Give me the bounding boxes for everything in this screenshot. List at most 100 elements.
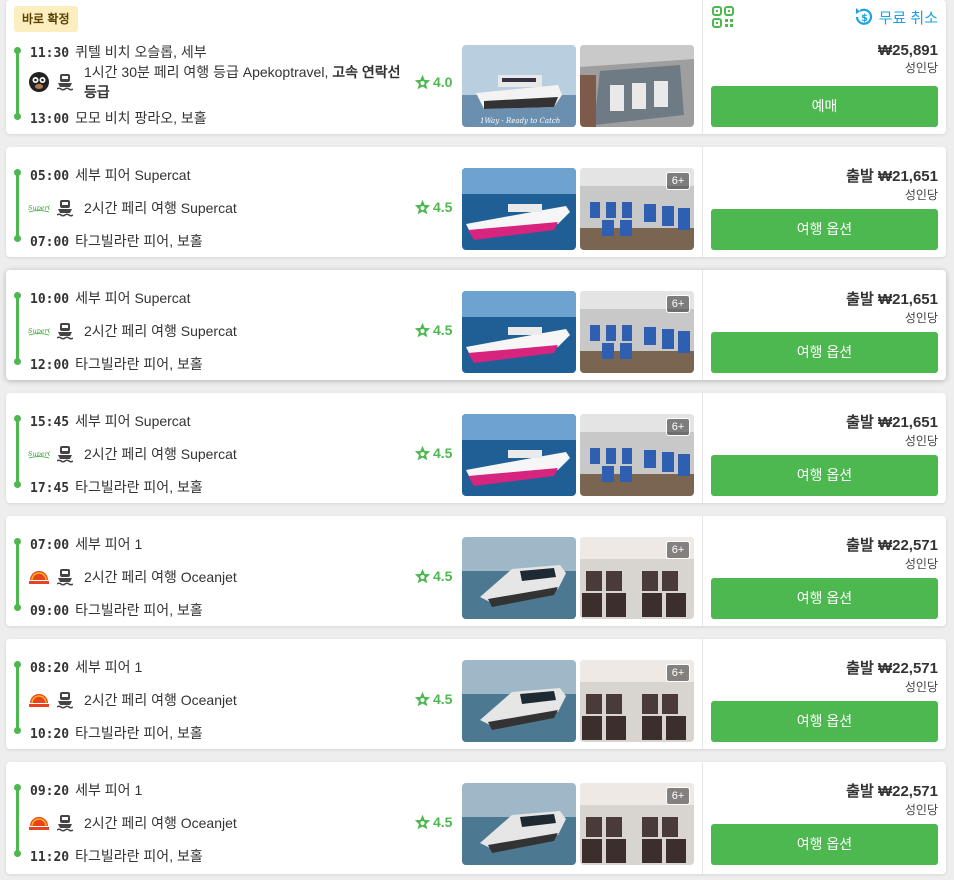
arrival-row: 12:00 타그빌라란 피어, 보홀 — [30, 354, 203, 374]
price-block: 출발 ₩21,651 성인당 — [846, 411, 938, 449]
arrival-row: 10:20 타그빌라란 피어, 보홀 — [30, 723, 203, 743]
trip-options-button[interactable]: 여행 옵션 — [711, 209, 938, 250]
price-block: 출발 ₩22,571 성인당 — [846, 534, 938, 572]
departure-time: 11:30 — [30, 46, 70, 61]
star-icon — [414, 199, 431, 215]
arrival-row: 09:00 타그빌라란 피어, 보홀 — [30, 600, 203, 620]
arrival-time: 17:45 — [30, 481, 70, 496]
card-divider — [702, 762, 703, 874]
rating-value: 4.5 — [433, 199, 453, 215]
rating-value: 4.5 — [433, 691, 453, 707]
ferry-photo[interactable] — [462, 660, 576, 742]
departure-place: 세부 피어 1 — [75, 659, 143, 675]
arrival-time: 11:20 — [30, 850, 70, 865]
price-amount: ₩25,891 — [877, 42, 938, 59]
departure-place: 세부 피어 Supercat — [75, 167, 191, 183]
price-per-adult: 성인당 — [904, 61, 938, 75]
price-amount: ₩22,571 — [877, 660, 938, 677]
arrival-row: 17:45 타그빌라란 피어, 보홀 — [30, 477, 203, 497]
ferry-icon — [56, 690, 74, 710]
arrival-place: 타그빌라란 피어, 보홀 — [75, 725, 203, 741]
price-prefix: 출발 — [846, 168, 878, 185]
price-block: 출발 ₩21,651 성인당 — [846, 288, 938, 326]
departure-time: 10:00 — [30, 292, 70, 307]
arrival-place: 타그빌라란 피어, 보홀 — [75, 356, 203, 372]
trip-info: 2시간 페리 여행 Oceanjet — [28, 566, 237, 588]
arrival-place: 타그빌라란 피어, 보홀 — [75, 479, 203, 495]
qr-code-icon — [712, 6, 734, 33]
star-icon — [414, 445, 431, 461]
trip-description: 2시간 페리 여행 Supercat — [84, 200, 237, 216]
departure-place: 퀴텔 비치 오슬롭, 세부 — [75, 44, 207, 60]
ferry-photo[interactable] — [462, 291, 576, 373]
rating-value: 4.5 — [433, 814, 453, 830]
rating-value: 4.5 — [433, 322, 453, 338]
departure-row: 09:20 세부 피어 1 — [30, 780, 142, 800]
trip-options-button[interactable]: 여행 옵션 — [711, 824, 938, 865]
rating: 4.5 — [414, 199, 452, 215]
trip-info: SuperCat 2시간 페리 여행 Supercat — [28, 320, 237, 342]
trip-options-button[interactable]: 여행 옵션 — [711, 578, 938, 619]
departure-place: 세부 피어 Supercat — [75, 413, 191, 429]
interior-photo[interactable]: 6+ — [580, 660, 694, 742]
trip-info: 2시간 페리 여행 Oceanjet — [28, 812, 237, 834]
price-per-adult: 성인당 — [904, 434, 938, 448]
ferry-photo[interactable] — [462, 537, 576, 619]
price-amount: ₩21,651 — [877, 291, 938, 308]
rating: 4.5 — [414, 445, 452, 461]
price-prefix: 출발 — [846, 783, 878, 800]
departure-time: 08:20 — [30, 661, 70, 676]
free-cancellation: $ 무료 취소 — [853, 6, 938, 28]
rating: 4.5 — [414, 322, 452, 338]
trip-options-button[interactable]: 여행 옵션 — [711, 455, 938, 496]
price-per-adult: 성인당 — [904, 188, 938, 202]
route-timeline — [14, 415, 21, 489]
trip-info: SuperCat 2시간 페리 여행 Supercat — [28, 443, 237, 465]
price-per-adult: 성인당 — [904, 803, 938, 817]
trip-options-button[interactable]: 여행 옵션 — [711, 332, 938, 373]
ferry-photo[interactable]: 1Way - Ready to Catch — [462, 45, 576, 127]
interior-photo[interactable] — [580, 45, 694, 127]
route-timeline — [14, 784, 21, 858]
rating-value: 4.0 — [433, 74, 453, 90]
arrival-time: 10:20 — [30, 727, 70, 742]
interior-photo[interactable]: 6+ — [580, 291, 694, 373]
arrival-place: 모모 비치 팡라오, 보홀 — [75, 110, 207, 126]
trip-description: 2시간 페리 여행 Oceanjet — [84, 815, 237, 831]
departure-time: 07:00 — [30, 538, 70, 553]
route-timeline — [14, 661, 21, 735]
supercat-logo-icon: SuperCat — [28, 320, 50, 342]
trip-info: 2시간 페리 여행 Oceanjet — [28, 689, 237, 711]
ferry-icon — [56, 444, 74, 464]
arrival-row: 13:00 모모 비치 팡라오, 보홀 — [30, 108, 207, 128]
ferry-photo[interactable] — [462, 783, 576, 865]
interior-photo[interactable]: 6+ — [580, 168, 694, 250]
price-amount: ₩21,651 — [877, 168, 938, 185]
star-icon — [414, 74, 431, 90]
interior-photo[interactable]: 6+ — [580, 414, 694, 496]
interior-photo[interactable]: 6+ — [580, 537, 694, 619]
ferry-photo[interactable] — [462, 414, 576, 496]
photo-count-badge: 6+ — [666, 664, 690, 682]
rating: 4.5 — [414, 814, 452, 830]
trip-options-button[interactable]: 여행 옵션 — [711, 701, 938, 742]
departure-row: 05:00 세부 피어 Supercat — [30, 165, 190, 185]
price-prefix: 출발 — [846, 660, 878, 677]
departure-row: 10:00 세부 피어 Supercat — [30, 288, 190, 308]
trip-info: 1시간 30분 페리 여행 등급 Apekoptravel, 고속 연락선 등급 — [28, 62, 414, 102]
book-button[interactable]: 예매 — [711, 86, 938, 127]
route-timeline — [14, 47, 21, 121]
ferry-photo[interactable] — [462, 168, 576, 250]
rating-value: 4.5 — [433, 445, 453, 461]
trip-description: 2시간 페리 여행 Supercat — [84, 446, 237, 462]
card-divider — [702, 147, 703, 257]
arrival-row: 11:20 타그빌라란 피어, 보홀 — [30, 846, 203, 866]
interior-photo[interactable]: 6+ — [580, 783, 694, 865]
supercat-logo-icon: SuperCat — [28, 197, 50, 219]
departure-place: 세부 피어 Supercat — [75, 290, 191, 306]
trip-info: SuperCat 2시간 페리 여행 Supercat — [28, 197, 237, 219]
ferry-icon — [56, 72, 74, 92]
oceanjet-logo-icon — [28, 812, 50, 834]
price-amount: ₩22,571 — [877, 783, 938, 800]
route-timeline — [14, 538, 21, 612]
